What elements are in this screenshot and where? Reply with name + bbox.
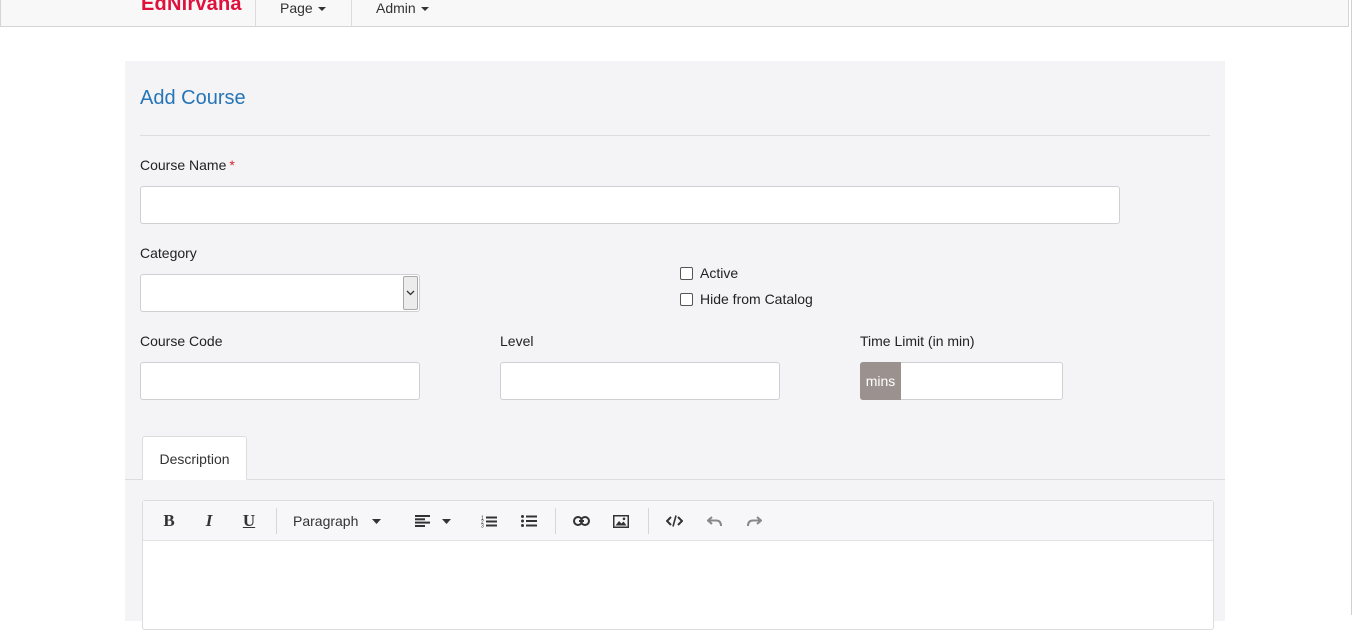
redo-icon[interactable]: [742, 501, 766, 541]
editor-content-area[interactable]: [143, 541, 1213, 629]
mins-addon: mins: [860, 362, 901, 400]
category-label: Category: [140, 245, 197, 261]
hide-from-catalog-checkbox[interactable]: [680, 292, 693, 306]
nav-divider: [255, 0, 256, 26]
code-icon[interactable]: [662, 501, 686, 541]
nav-menu-page-label: Page: [280, 0, 313, 16]
nav-menu-admin[interactable]: Admin: [376, 0, 429, 16]
category-select[interactable]: [140, 274, 420, 312]
page-title: Add Course: [140, 87, 246, 109]
align-left-icon: [415, 515, 430, 527]
add-course-panel: Add Course Course Name * Category Active …: [125, 61, 1225, 630]
bold-icon[interactable]: B: [157, 501, 181, 541]
tab-bar-divider: [125, 479, 1225, 480]
course-name-input[interactable]: [140, 186, 1120, 224]
brand-logo[interactable]: EdNirvana: [141, 0, 242, 16]
block-format-label: Paragraph: [293, 513, 359, 529]
caret-down-icon: [420, 7, 429, 11]
block-format-dropdown[interactable]: Paragraph: [293, 501, 389, 541]
tab-description[interactable]: Description: [142, 436, 247, 480]
toolbar-divider: [276, 508, 277, 534]
time-limit-label: Time Limit (in min): [860, 333, 975, 349]
course-name-label-group: Course Name *: [140, 157, 235, 173]
unordered-list-icon[interactable]: [517, 501, 541, 541]
course-code-input[interactable]: [140, 362, 420, 400]
toolbar-divider: [648, 508, 649, 534]
course-name-label: Course Name: [140, 157, 227, 173]
caret-down-icon: [442, 518, 451, 524]
ordered-list-icon[interactable]: 1 2 3: [477, 501, 501, 541]
nav-menu-page[interactable]: Page: [280, 0, 326, 16]
toolbar-divider: [555, 508, 556, 534]
active-checkbox-row[interactable]: Active: [680, 265, 738, 281]
active-checkbox-label: Active: [700, 265, 739, 281]
top-navbar: EdNirvana Page Admin: [0, 0, 1349, 27]
course-code-label: Course Code: [140, 333, 223, 349]
chevron-down-icon[interactable]: [403, 276, 418, 310]
caret-down-icon: [372, 518, 382, 524]
hide-from-catalog-checkbox-row[interactable]: Hide from Catalog: [680, 291, 813, 307]
undo-icon[interactable]: [702, 501, 726, 541]
underline-icon[interactable]: U: [237, 501, 261, 541]
nav-menu-admin-label: Admin: [376, 0, 416, 16]
required-mark: *: [229, 157, 235, 173]
editor-toolbar: B I U Paragraph 1 2 3: [143, 501, 1213, 541]
nav-divider: [351, 0, 352, 26]
link-icon[interactable]: [569, 501, 593, 541]
caret-down-icon: [317, 7, 326, 11]
hide-from-catalog-label: Hide from Catalog: [700, 291, 813, 307]
italic-icon[interactable]: I: [197, 501, 221, 541]
level-input[interactable]: [500, 362, 780, 400]
align-dropdown[interactable]: [411, 501, 455, 541]
title-divider: [140, 135, 1210, 136]
image-icon[interactable]: [609, 501, 633, 541]
svg-text:3: 3: [481, 523, 484, 528]
description-editor: B I U Paragraph 1 2 3: [142, 500, 1214, 630]
level-label: Level: [500, 333, 534, 349]
active-checkbox[interactable]: [680, 266, 693, 280]
